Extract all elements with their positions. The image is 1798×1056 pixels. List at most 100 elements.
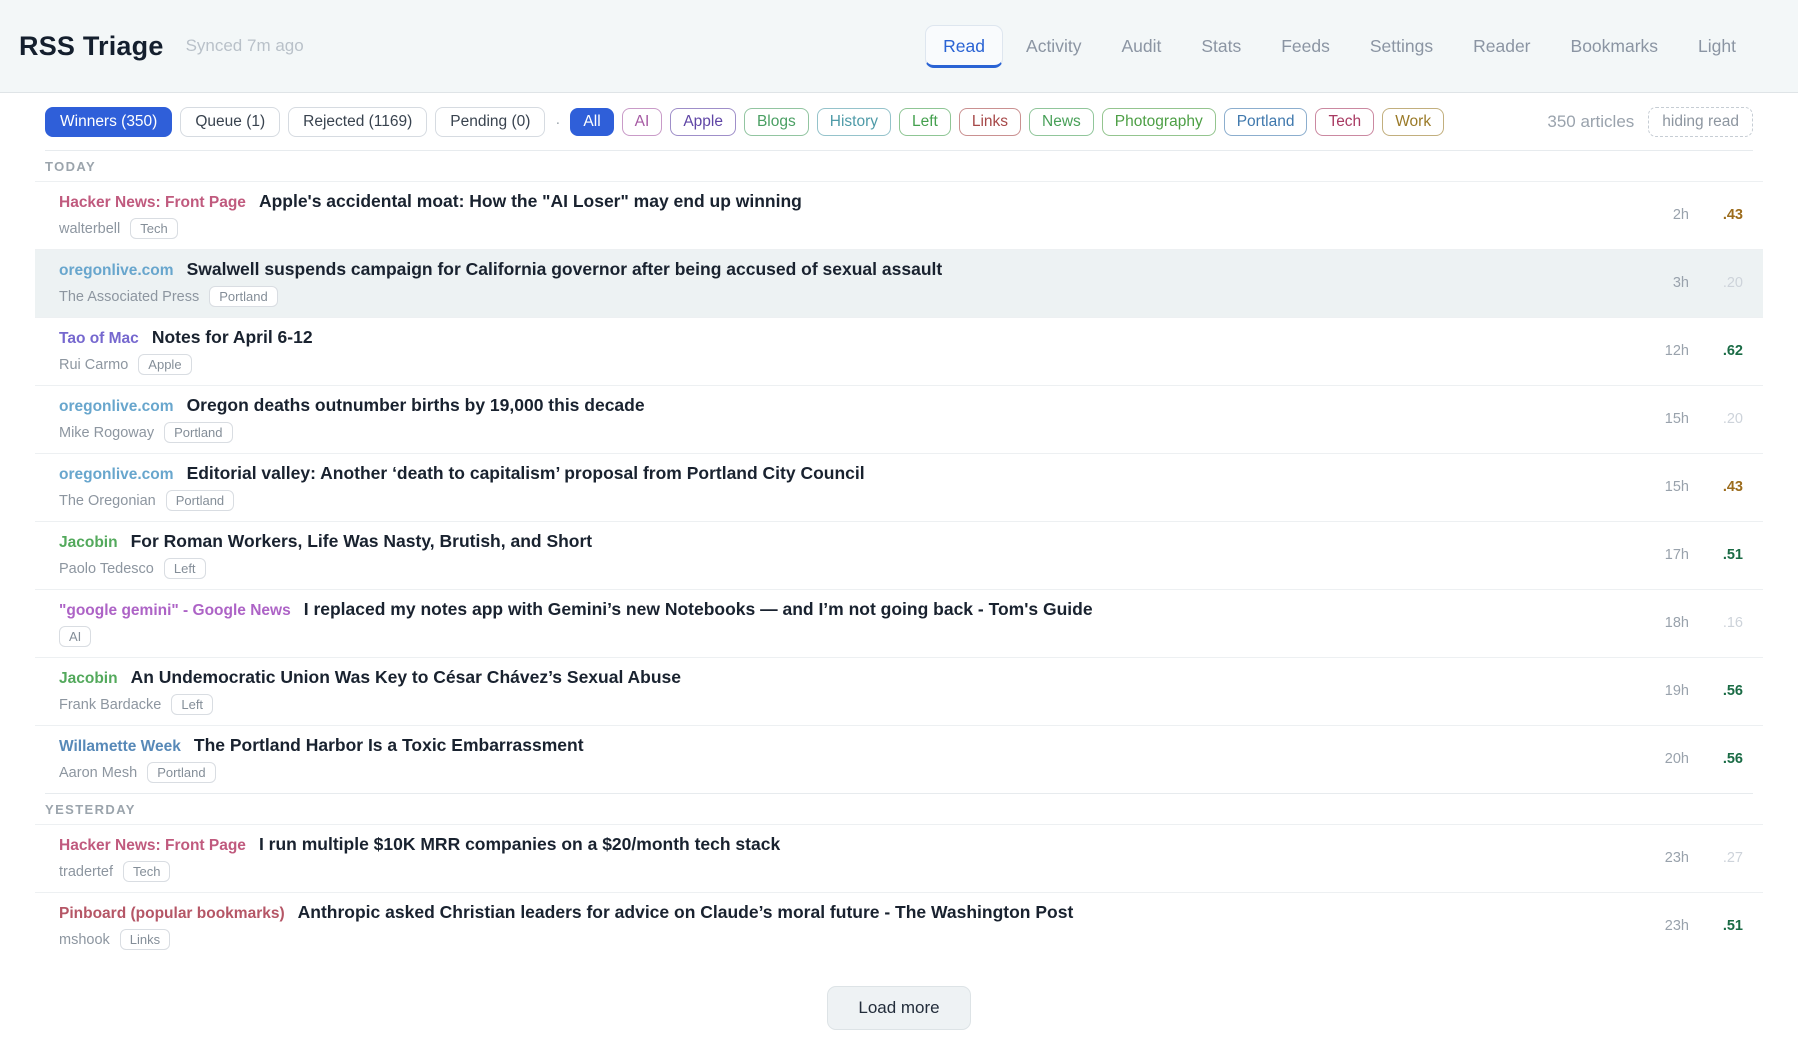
section-header: YESTERDAY: [45, 793, 1753, 824]
status-filter-queue[interactable]: Queue (1): [180, 107, 280, 137]
article-title: For Roman Workers, Life Was Nasty, Bruti…: [131, 531, 593, 552]
article-side: 23h.51: [1647, 918, 1743, 934]
footer: Load more: [0, 960, 1798, 1056]
article-side: 12h.62: [1647, 343, 1743, 359]
status-filter-group: Winners (350) Queue (1) Rejected (1169) Pen…: [45, 107, 545, 137]
article-row[interactable]: Willamette Week The Portland Harbor Is a …: [35, 725, 1763, 793]
tab-bookmarks[interactable]: Bookmarks: [1554, 26, 1676, 67]
article-row[interactable]: JacobinAn Undemocratic Union Was Key to …: [35, 657, 1763, 725]
app-header: RSS Triage Synced 7m ago ReadActivityAud…: [0, 0, 1798, 93]
article-title: Notes for April 6-12: [152, 327, 313, 348]
tab-read[interactable]: Read: [925, 25, 1003, 68]
article-tag-chip: Portland: [164, 422, 232, 443]
article-row[interactable]: Pinboard (popular bookmarks) Anthropic as…: [35, 892, 1763, 960]
main-nav: ReadActivityAuditStatsFeedsSettingsReade…: [925, 0, 1753, 92]
article-author: Frank Bardacke: [59, 697, 161, 713]
tab-activity[interactable]: Activity: [1009, 26, 1098, 67]
tag-filter-apple[interactable]: Apple: [670, 108, 736, 136]
tag-filter-news[interactable]: News: [1029, 108, 1094, 136]
article-main: oregonlive.comEditorial valley: Another …: [59, 463, 865, 511]
article-time: 15h: [1647, 411, 1689, 427]
article-tag-chip: Tech: [123, 861, 170, 882]
tag-filter-history[interactable]: History: [817, 108, 891, 136]
tag-filter-portland[interactable]: Portland: [1224, 108, 1308, 136]
article-side: 20h.56: [1647, 751, 1743, 767]
article-source: Willamette Week: [59, 738, 181, 756]
article-main: Willamette Week The Portland Harbor Is a …: [59, 735, 584, 783]
tab-audit[interactable]: Audit: [1104, 26, 1178, 67]
article-source: Hacker News: Front Page: [59, 837, 246, 855]
article-section: TODAY Hacker News: Front PageApple's acci…: [45, 150, 1753, 793]
article-time: 23h: [1647, 850, 1689, 866]
article-score: .20: [1709, 275, 1743, 291]
tab-reader[interactable]: Reader: [1456, 26, 1547, 67]
article-time: 15h: [1647, 479, 1689, 495]
article-row[interactable]: Tao of MacNotes for April 6-12Rui CarmoA…: [35, 317, 1763, 385]
article-title: Anthropic asked Christian leaders for ad…: [298, 902, 1074, 923]
filter-separator: ·: [553, 114, 562, 131]
article-row[interactable]: "google gemini" - Google NewsI replaced …: [35, 589, 1763, 657]
tag-filter-links[interactable]: Links: [959, 108, 1021, 136]
article-headline: oregonlive.comSwalwell suspends campaign…: [59, 259, 942, 280]
article-title: Swalwell suspends campaign for Californi…: [187, 259, 943, 280]
article-main: JacobinAn Undemocratic Union Was Key to …: [59, 667, 681, 715]
article-author: Mike Rogoway: [59, 425, 154, 441]
article-source: oregonlive.com: [59, 398, 174, 416]
status-filter-winners[interactable]: Winners (350): [45, 107, 172, 137]
article-tag-chip: Left: [171, 694, 213, 715]
article-row[interactable]: JacobinFor Roman Workers, Life Was Nasty…: [35, 521, 1763, 589]
tag-filter-work[interactable]: Work: [1382, 108, 1444, 136]
article-main: Hacker News: Front PageApple's accidenta…: [59, 191, 802, 239]
article-tag-chip: Links: [120, 929, 170, 950]
article-side: 2h .43: [1647, 207, 1743, 223]
article-row[interactable]: oregonlive.comSwalwell suspends campaign…: [35, 249, 1763, 317]
article-row[interactable]: Hacker News: Front PageI run multiple $1…: [35, 824, 1763, 892]
tag-filter-ai[interactable]: AI: [622, 108, 663, 136]
load-more-button[interactable]: Load more: [827, 986, 970, 1030]
status-filter-pending[interactable]: Pending (0): [435, 107, 545, 137]
article-score: .16: [1709, 615, 1743, 631]
sync-status: Synced 7m ago: [186, 36, 304, 56]
tab-settings[interactable]: Settings: [1353, 26, 1450, 67]
article-time: 17h: [1647, 547, 1689, 563]
article-main: JacobinFor Roman Workers, Life Was Nasty…: [59, 531, 592, 579]
article-time: 12h: [1647, 343, 1689, 359]
article-row[interactable]: oregonlive.comEditorial valley: Another …: [35, 453, 1763, 521]
article-tag-chip: Portland: [147, 762, 215, 783]
article-headline: oregonlive.comEditorial valley: Another …: [59, 463, 865, 484]
article-meta: walterbellTech: [59, 218, 802, 239]
article-tag-chip: Tech: [130, 218, 177, 239]
tag-filter-blogs[interactable]: Blogs: [744, 108, 809, 136]
article-source: Hacker News: Front Page: [59, 194, 246, 212]
article-score: .43: [1709, 207, 1743, 223]
tab-feeds[interactable]: Feeds: [1264, 26, 1347, 67]
article-source: Pinboard (popular bookmarks): [59, 905, 285, 923]
tag-filter-group: All AIApple Blogs History Left Links News Photo…: [570, 108, 1444, 136]
article-score: .56: [1709, 751, 1743, 767]
article-headline: Pinboard (popular bookmarks) Anthropic as…: [59, 902, 1073, 923]
tag-filter-tech[interactable]: Tech: [1315, 108, 1374, 136]
tag-filter-left[interactable]: Left: [899, 108, 951, 136]
article-meta: Rui CarmoApple: [59, 354, 313, 375]
article-main: Hacker News: Front PageI run multiple $1…: [59, 834, 780, 882]
article-main: "google gemini" - Google NewsI replaced …: [59, 599, 1093, 647]
article-time: 2h: [1647, 207, 1689, 223]
hiding-read-toggle[interactable]: hiding read: [1648, 107, 1753, 137]
tag-filter-all[interactable]: All: [570, 108, 613, 136]
article-side: 19h.56: [1647, 683, 1743, 699]
article-row[interactable]: oregonlive.comOregon deaths outnumber bi…: [35, 385, 1763, 453]
article-meta: Paolo TedescoLeft: [59, 558, 592, 579]
article-row[interactable]: Hacker News: Front PageApple's accidenta…: [35, 181, 1763, 249]
tag-filter-photography[interactable]: Photography: [1102, 108, 1216, 136]
theme-toggle-light[interactable]: Light: [1681, 26, 1753, 67]
article-meta: mshookLinks: [59, 929, 1073, 950]
article-side: 15h.43: [1647, 479, 1743, 495]
article-meta: The Associated PressPortland: [59, 286, 942, 307]
section-header: TODAY: [45, 150, 1753, 181]
article-main: Tao of MacNotes for April 6-12Rui CarmoA…: [59, 327, 313, 375]
tab-stats[interactable]: Stats: [1184, 26, 1258, 67]
article-author: Aaron Mesh: [59, 765, 137, 781]
article-meta: Aaron Mesh Portland: [59, 762, 584, 783]
status-filter-rejected[interactable]: Rejected (1169): [288, 107, 427, 137]
article-title: The Portland Harbor Is a Toxic Embarrass…: [194, 735, 584, 756]
